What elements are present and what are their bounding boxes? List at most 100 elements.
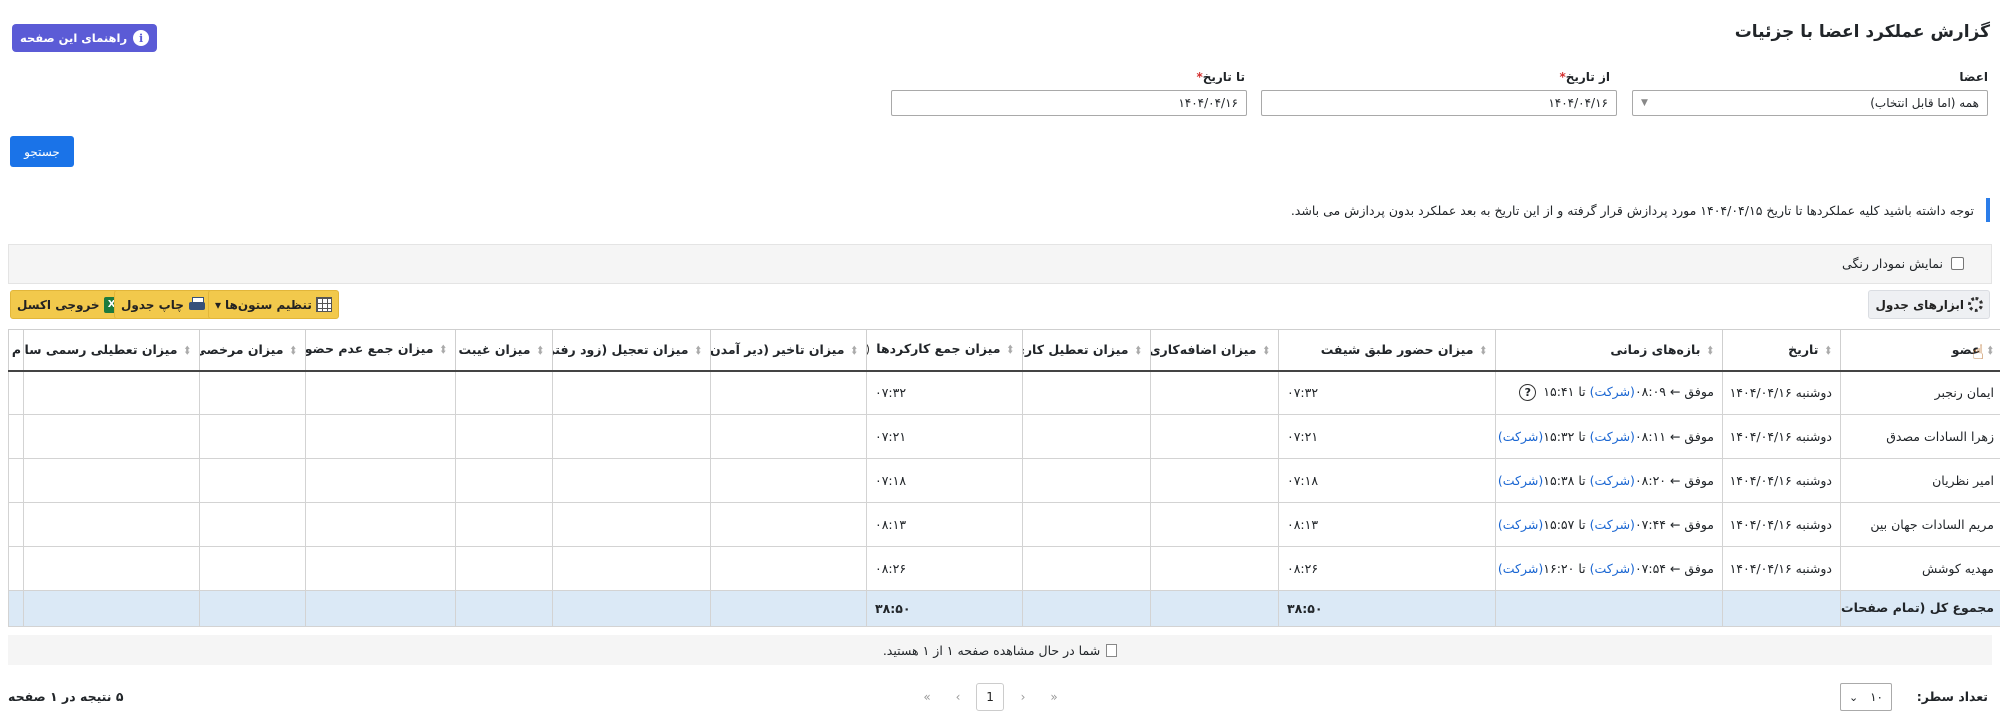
member-cell: زهرا السادات مصدق <box>1840 414 2000 459</box>
time-range-start: موفق ← ۰۷:۴۴ <box>1634 517 1714 532</box>
table-tools-label: ابزارهای جدول <box>1875 297 1964 312</box>
presence-cell: ۰۸:۲۶ <box>1278 546 1496 591</box>
time-range-cell: موفق ← ۰۷:۴۴(شرکت) تا ۱۵:۵۷(شرکت) <box>1495 502 1723 547</box>
table-row[interactable]: مریم السادات جهان بین دوشنبه ۱۴۰۴/۰۴/۱۶ مو… <box>8 502 2000 547</box>
color-chart-label: نمایش نمودار رنگی <box>1842 256 1943 271</box>
col-absence[interactable]: ⬍ میزان غیبت <box>455 329 553 372</box>
color-chart-toggle[interactable]: نمایش نمودار رنگی <box>1842 256 1964 271</box>
empty-cell <box>305 414 456 459</box>
time-range-cell: موفق ← ۰۸:۰۹(شرکت) تا ۱۵:۴۱ ? <box>1495 370 1723 415</box>
total-work-cell: ۰۷:۳۲ <box>866 370 1023 415</box>
next-page-button[interactable]: › <box>944 683 972 711</box>
col-total-work-label: میزان جمع کارکردها <box>876 341 1001 357</box>
time-range-start: موفق ← ۰۸:۲۰ <box>1634 473 1714 488</box>
col-early-leave[interactable]: ⬍ میزان تعجیل (زود رفتن) <box>552 329 711 372</box>
excel-export-button[interactable]: X خروجی اکسل <box>10 290 127 319</box>
col-leave[interactable]: ⬍ میزان مرخصی <box>199 329 306 372</box>
location-link[interactable]: (شرکت) <box>1498 473 1543 488</box>
col-leave-label: میزان مرخصی <box>199 342 284 358</box>
excel-export-label: خروجی اکسل <box>17 297 100 312</box>
rows-per-page-label: تعداد سطر: <box>1916 689 1988 704</box>
location-link[interactable]: (شرکت) <box>1590 429 1635 444</box>
empty-cell <box>23 458 200 503</box>
col-early-leave-label: میزان تعجیل (زود رفتن) <box>552 342 689 358</box>
location-link[interactable]: (شرکت) <box>1498 561 1543 576</box>
gear-icon <box>1968 297 1983 312</box>
total-empty-cell <box>1150 590 1279 627</box>
location-link[interactable]: (شرکت) <box>1498 429 1543 444</box>
empty-cell <box>23 370 200 415</box>
time-range-end: تا ۱۵:۳۸ <box>1543 473 1590 488</box>
page-1-button[interactable]: 1 <box>976 683 1004 711</box>
print-table-button[interactable]: چاپ جدول <box>114 290 213 319</box>
empty-cell <box>552 546 711 591</box>
empty-cell <box>455 370 553 415</box>
empty-cell <box>455 502 553 547</box>
table-total-row: مجموع کل (تمام صفحات) ? ۳۸:۵۰ ۳۸:۵۰ <box>8 590 2000 627</box>
members-label: اعضا <box>1959 70 1988 84</box>
col-official-holiday[interactable]: ⬍ میزان تعطیلی رسمی سازمان <box>23 329 200 372</box>
from-date-label-text: از تاریخ <box>1565 70 1610 84</box>
table-tools-button[interactable]: ابزارهای جدول <box>1868 290 1990 319</box>
location-link[interactable]: (شرکت) <box>1590 517 1635 532</box>
prev-page-button[interactable]: ‹ <box>1009 683 1037 711</box>
col-total-work[interactable]: ⬍ میزان جمع کارکردها ? <box>866 329 1023 372</box>
to-date-input[interactable]: ۱۴۰۴/۰۴/۱۶ <box>891 90 1247 116</box>
col-truncated[interactable]: م <box>8 329 24 372</box>
members-select[interactable]: همه (اما قابل انتخاب) ▼ <box>1632 90 1988 116</box>
col-date[interactable]: ⬍ تاریخ <box>1722 329 1841 372</box>
total-empty-cell <box>552 590 711 627</box>
presence-cell: ۰۸:۱۳ <box>1278 502 1496 547</box>
sort-icon: ⬍ <box>1824 345 1832 359</box>
table-row[interactable]: مهدیه کوشش دوشنبه ۱۴۰۴/۰۴/۱۶ موفق ← ۰۷:۵۴(… <box>8 546 2000 591</box>
to-date-value: ۱۴۰۴/۰۴/۱۶ <box>1178 96 1238 110</box>
search-button[interactable]: جستجو <box>10 136 74 167</box>
rows-per-page-select[interactable]: ۱۰ ⌄ <box>1840 683 1892 711</box>
member-cell: مهدیه کوشش <box>1840 546 2000 591</box>
table-row[interactable]: زهرا السادات مصدق دوشنبه ۱۴۰۴/۰۴/۱۶ موفق ←… <box>8 414 2000 459</box>
time-range-start: موفق ← ۰۸:۰۹ <box>1634 384 1714 400</box>
col-delay[interactable]: ⬍ میزان تاخیر (دیر آمدن) <box>710 329 867 372</box>
holiday-work-cell <box>1022 458 1151 503</box>
processing-notice: توجه داشته باشید کلیه عملکردها تا تاریخ … <box>1291 198 1990 222</box>
empty-cell <box>23 502 200 547</box>
last-page-button[interactable]: » <box>913 683 941 711</box>
page-help-button[interactable]: i راهنمای این صفحه <box>12 24 158 52</box>
col-absence-label: میزان غیبت <box>458 342 531 358</box>
date-cell: دوشنبه ۱۴۰۴/۰۴/۱۶ <box>1722 458 1841 503</box>
table-row[interactable]: امیر نظریان دوشنبه ۱۴۰۴/۰۴/۱۶ موفق ← ۰۸:۲۰… <box>8 458 2000 503</box>
results-count: ۵ نتیجه در ۱ صفحه <box>8 689 124 704</box>
overtime-cell <box>1150 370 1279 415</box>
column-settings-button[interactable]: تنظیم ستون‌ها ▾ <box>208 290 339 319</box>
col-time-ranges[interactable]: ⬍ بازه‌های زمانی <box>1495 329 1723 372</box>
empty-cell <box>199 502 306 547</box>
col-date-label: تاریخ <box>1788 342 1819 358</box>
location-link[interactable]: (شرکت) <box>1590 473 1635 488</box>
from-date-input[interactable]: ۱۴۰۴/۰۴/۱۶ <box>1261 90 1617 116</box>
holiday-work-cell <box>1022 370 1151 415</box>
col-presence[interactable]: ⬍ میزان حضور طبق شیفت <box>1278 329 1496 372</box>
col-holiday-work[interactable]: ⬍ میزان تعطیل کاری <box>1022 329 1151 372</box>
empty-cell <box>8 458 24 503</box>
total-empty-cell <box>710 590 867 627</box>
help-icon[interactable]: ? <box>1519 384 1537 402</box>
location-link[interactable]: (شرکت) <box>1590 561 1635 576</box>
help-icon[interactable]: ? <box>867 341 869 359</box>
empty-cell <box>455 414 553 459</box>
time-range-cell: موفق ← ۰۸:۲۰(شرکت) تا ۱۵:۳۸(شرکت) <box>1495 458 1723 503</box>
time-range-end: تا ۱۵:۳۲ <box>1543 429 1590 444</box>
empty-cell <box>305 502 456 547</box>
color-chart-checkbox[interactable] <box>1951 257 1964 270</box>
hand-pointer-icon: ☝ <box>1972 340 1985 364</box>
holiday-work-cell <box>1022 546 1151 591</box>
caret-down-icon: ▾ <box>215 297 222 312</box>
empty-cell <box>710 458 867 503</box>
table-row[interactable]: ایمان رنجبر دوشنبه ۱۴۰۴/۰۴/۱۶ موفق ← ۰۸:۰۹… <box>8 370 2000 415</box>
document-icon <box>1106 643 1118 657</box>
location-link[interactable]: (شرکت) <box>1498 517 1543 532</box>
total-presence: ۳۸:۵۰ <box>1278 590 1496 627</box>
location-link[interactable]: (شرکت) <box>1590 384 1635 399</box>
first-page-button[interactable]: « <box>1040 683 1068 711</box>
col-total-absence[interactable]: ⬍میزان جمع عدم حضورها ? <box>305 329 456 372</box>
col-overtime[interactable]: ⬍ میزان اضافه‌کاری <box>1150 329 1279 372</box>
